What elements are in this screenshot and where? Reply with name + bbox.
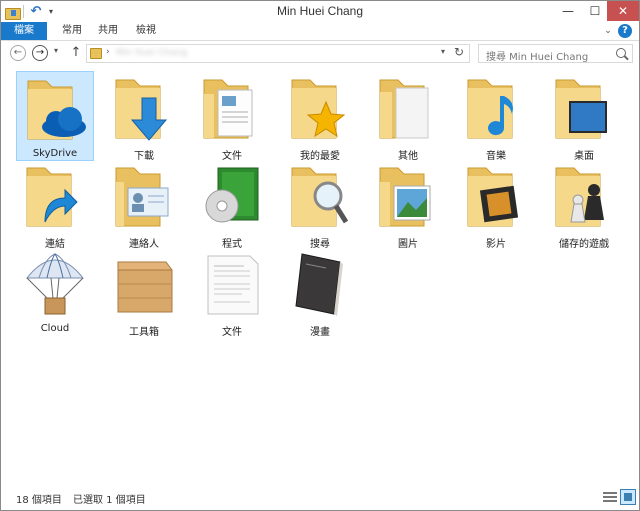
music-folder-icon (467, 79, 513, 139)
desktop-folder-icon (555, 79, 607, 139)
tab-file[interactable]: 檔案 (1, 22, 47, 40)
close-button[interactable]: ✕ (607, 1, 639, 21)
toolbox-crate-icon (117, 261, 173, 313)
maximize-button[interactable]: ☐ (582, 1, 608, 21)
item-contacts[interactable]: 連絡人 (105, 159, 183, 250)
window-title: Min Huei Chang (276, 4, 364, 18)
details-view-icon[interactable] (603, 490, 617, 504)
comic-book-icon (295, 253, 343, 316)
minimize-button[interactable]: — (555, 1, 581, 21)
search-box[interactable]: 搜尋 Min Huei Chang (478, 44, 633, 63)
searches-folder-icon (291, 167, 349, 227)
explorer-window: ↶ ▾ Min Huei Chang — ☐ ✕ 檔案 常用 共用 檢視 ⌄ ?… (0, 0, 640, 511)
item-label: 工具箱 (129, 327, 159, 338)
tab-view[interactable]: 檢視 (131, 22, 161, 40)
item-toolbox[interactable]: 工具箱 (105, 247, 183, 338)
search-input[interactable]: 搜尋 Min Huei Chang (486, 48, 588, 63)
links-folder-icon (26, 167, 78, 227)
item-favorites[interactable]: 我的最愛 (281, 71, 359, 162)
document-file-icon (207, 255, 259, 315)
item-label: 圖片 (398, 239, 418, 250)
item-label: 儲存的遊戲 (559, 239, 609, 250)
expand-ribbon-icon[interactable]: ⌄ (601, 24, 615, 38)
item-other[interactable]: 其他 (369, 71, 447, 162)
item-videos[interactable]: 影片 (457, 159, 535, 250)
forward-button[interactable]: → (32, 45, 48, 61)
address-dropdown-icon[interactable]: ▾ (441, 47, 445, 56)
item-cloud[interactable]: Cloud (16, 247, 94, 337)
item-count: 18 個項目 (16, 495, 62, 506)
help-icon[interactable]: ? (618, 24, 632, 38)
tab-share[interactable]: 共用 (93, 22, 123, 40)
item-label: 影片 (486, 239, 506, 250)
status-bar: 18 個項目 已選取 1 個項目 (1, 485, 639, 510)
favorites-folder-icon (291, 79, 346, 139)
item-documents[interactable]: 文件 (193, 71, 271, 162)
item-searches[interactable]: 搜尋 (281, 159, 359, 250)
item-label: 文件 (222, 327, 242, 338)
item-document[interactable]: 文件 (193, 247, 271, 338)
address-bar[interactable]: › Min Huei Chang ▾ ↻ (86, 44, 470, 63)
item-saved-games[interactable]: 儲存的遊戲 (545, 159, 623, 250)
folder-icon (90, 48, 102, 59)
downloads-folder-icon (115, 79, 168, 141)
item-label: 漫畫 (310, 327, 330, 338)
pictures-folder-icon (379, 167, 431, 227)
ribbon-tabs: 檔案 常用 共用 檢視 ⌄ ? (1, 22, 639, 41)
item-music[interactable]: 音樂 (457, 71, 535, 162)
item-desktop[interactable]: 桌面 (545, 71, 623, 162)
contacts-folder-icon (115, 167, 169, 227)
title-bar: ↶ ▾ Min Huei Chang — ☐ ✕ (1, 1, 639, 22)
large-icons-view-icon[interactable] (620, 489, 636, 505)
cloud-parachute-icon (25, 253, 85, 315)
skydrive-folder-icon (27, 80, 86, 140)
item-skydrive[interactable]: SkyDrive (16, 71, 94, 161)
item-label: Cloud (40, 323, 70, 334)
programs-icon (205, 167, 259, 223)
item-comic[interactable]: 漫畫 (281, 247, 359, 338)
videos-folder-icon (467, 167, 519, 227)
refresh-icon[interactable]: ↻ (454, 45, 464, 59)
recent-locations-icon[interactable]: ▾ (54, 46, 64, 55)
item-programs[interactable]: 程式 (193, 159, 271, 250)
item-links[interactable]: 連結 (16, 159, 94, 250)
item-downloads[interactable]: 下載 (105, 71, 183, 162)
saved-games-folder-icon (555, 167, 604, 227)
address-path[interactable]: Min Huei Chang (116, 48, 196, 59)
navigation-bar: ← → ▾ ↑ › Min Huei Chang ▾ ↻ 搜尋 Min Huei… (1, 42, 639, 64)
documents-folder-icon (203, 79, 253, 139)
search-icon[interactable] (616, 48, 626, 58)
item-pictures[interactable]: 圖片 (369, 159, 447, 250)
back-button[interactable]: ← (10, 45, 26, 61)
breadcrumb-chevron-icon[interactable]: › (106, 47, 110, 57)
selection-count: 已選取 1 個項目 (73, 495, 146, 506)
other-folder-icon (379, 79, 429, 139)
tab-home[interactable]: 常用 (57, 22, 87, 40)
item-label: SkyDrive (32, 148, 78, 159)
file-view: SkyDrive 下載 文件 我的最愛 其他 音樂 桌面 連結 連絡人 程式 搜… (2, 65, 638, 483)
up-arrow-icon[interactable]: ↑ (69, 44, 83, 62)
